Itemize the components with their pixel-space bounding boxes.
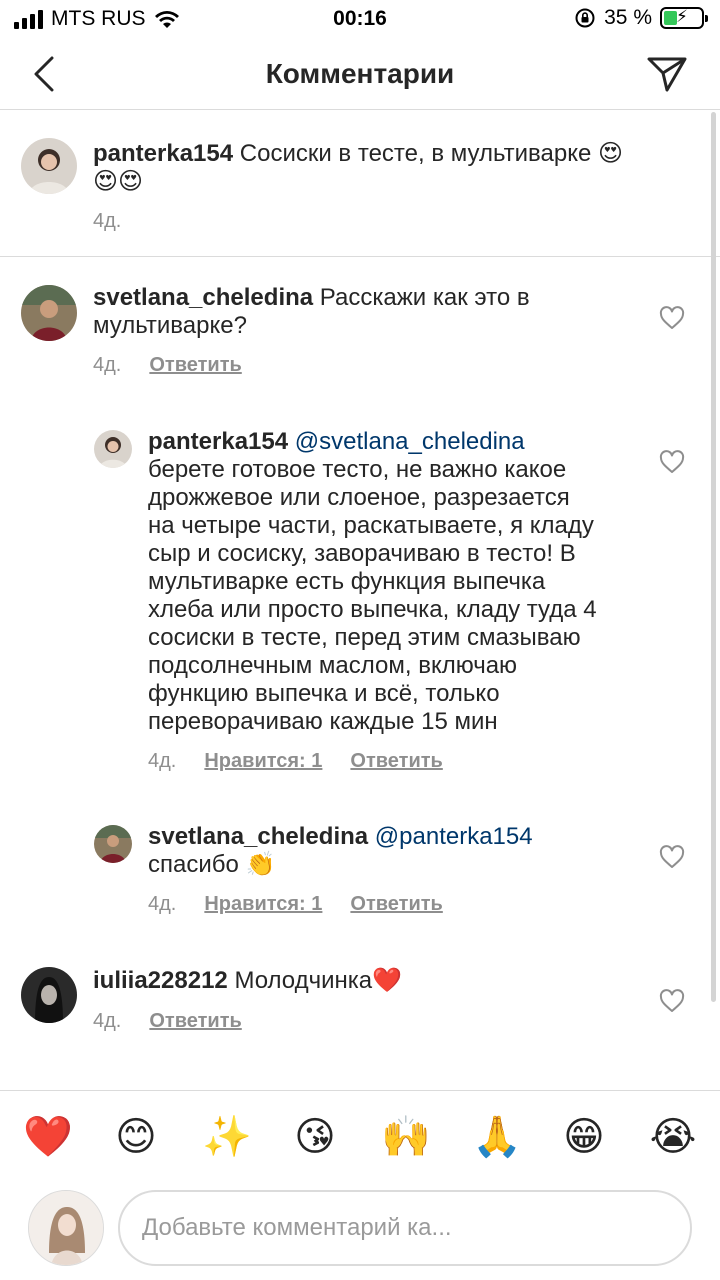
- likes-count-link[interactable]: Нравится: 1: [204, 750, 322, 773]
- emoji-grin-button[interactable]: 😁: [560, 1115, 608, 1159]
- post-caption: panterka154 Сосиски в тесте, в мультивар…: [0, 112, 720, 256]
- avatar[interactable]: [21, 138, 77, 194]
- reply-username[interactable]: svetlana_cheledina: [148, 823, 368, 850]
- scrollbar[interactable]: [711, 112, 716, 1002]
- comment-input[interactable]: [118, 1190, 692, 1266]
- comment-item: svetlana_cheledina Расскажи как это в му…: [0, 270, 720, 380]
- emoji-sparkles-button[interactable]: ✨: [202, 1115, 252, 1159]
- reply-line: дрожжевое или слоеное, разрезается: [148, 484, 570, 511]
- comment-meta: 4д. Ответить: [93, 1010, 242, 1033]
- battery-tip: [705, 15, 708, 22]
- reply-line: сосиски в тесте, перед этим смазываю: [148, 624, 581, 651]
- reply-button[interactable]: Ответить: [350, 750, 442, 773]
- reply-meta: 4д. Нравится: 1 Ответить: [148, 893, 443, 916]
- comment-username[interactable]: iuliia228212: [93, 967, 228, 994]
- comment-text: iuliia228212 Молодчинка❤️: [93, 967, 653, 995]
- reply-mention[interactable]: @svetlana_cheledina: [295, 428, 525, 455]
- reply-line: хлеба или просто выпечка, кладу туда 4: [148, 596, 597, 623]
- share-button[interactable]: [644, 52, 690, 96]
- like-heart-icon[interactable]: [659, 306, 685, 330]
- caption-meta: 4д.: [93, 210, 121, 233]
- charging-bolt-icon: ⚡: [676, 7, 688, 26]
- orientation-lock-icon: [575, 8, 595, 28]
- caption-time: 4д.: [93, 210, 122, 232]
- caption-divider: [0, 256, 720, 257]
- caption-text: panterka154 Сосиски в тесте, в мультивар…: [93, 140, 693, 196]
- paper-plane-icon: [647, 57, 687, 92]
- page-title: Комментарии: [265, 58, 455, 89]
- avatar[interactable]: [21, 967, 77, 1023]
- reply-item: panterka154 @svetlana_cheledina берете г…: [0, 420, 720, 780]
- emoji-smile-button[interactable]: 😊: [112, 1115, 160, 1159]
- comment-body: Расскажи как это в: [319, 284, 530, 311]
- reply-line: мультиварке есть функция выпечка: [148, 568, 546, 595]
- reply-username[interactable]: panterka154: [148, 428, 288, 455]
- avatar[interactable]: [94, 430, 132, 468]
- comment-time: 4д.: [93, 1010, 122, 1032]
- reply-line: сыр и сосиску, заворачиваю в тесто! В: [148, 540, 576, 567]
- reply-line: берете готовое тесто, не важно какое: [148, 456, 567, 483]
- like-heart-icon[interactable]: [659, 450, 685, 474]
- status-right: 35 % ⚡: [574, 6, 708, 30]
- comment-item: iuliia228212 Молодчинка❤️ 4д. Ответить: [0, 955, 720, 1045]
- likes-count-link[interactable]: Нравится: 1: [204, 893, 322, 916]
- reply-line: функцию выпечка и всё, только: [148, 680, 500, 707]
- comment-meta: 4д. Ответить: [93, 354, 242, 377]
- reply-time: 4д.: [148, 893, 177, 915]
- comment-body-2: мультиварке?: [93, 312, 247, 339]
- comment-time: 4д.: [93, 354, 122, 376]
- current-user-avatar: [28, 1190, 104, 1266]
- reply-line: подсолнечным маслом, включаю: [148, 652, 518, 679]
- reply-item: svetlana_cheledina @panterka154 спасибо …: [0, 815, 720, 925]
- reply-text: panterka154 @svetlana_cheledina берете г…: [148, 428, 648, 736]
- comment-username[interactable]: svetlana_cheledina: [93, 284, 313, 311]
- reply-body: спасибо 👏: [148, 851, 276, 878]
- caption-body: Сосиски в тесте, в мультиварке 😍: [239, 140, 623, 167]
- reply-time: 4д.: [148, 750, 177, 772]
- caption-body-2: 😍😍: [93, 168, 144, 195]
- emoji-heart-button[interactable]: ❤️: [23, 1115, 73, 1159]
- reply-button[interactable]: Ответить: [149, 354, 241, 377]
- reply-button[interactable]: Ответить: [350, 893, 442, 916]
- nav-header: Комментарии: [0, 40, 720, 110]
- emoji-quick-bar: ❤️ 😊 ✨ 😘 🙌 🙏 😁 😭: [0, 1090, 720, 1180]
- emoji-raised-hands-button[interactable]: 🙌: [381, 1115, 431, 1159]
- avatar[interactable]: [94, 825, 132, 863]
- emoji-cry-button[interactable]: 😭: [649, 1115, 697, 1159]
- status-bar: MTS RUS 00:16 35 % ⚡: [0, 0, 720, 40]
- reply-line: на четыре части, раскатываете, я кладу: [148, 512, 594, 539]
- caption-username[interactable]: panterka154: [93, 140, 233, 167]
- comment-text: svetlana_cheledina Расскажи как это в му…: [93, 284, 653, 340]
- reply-button[interactable]: Ответить: [149, 1010, 241, 1033]
- like-heart-icon[interactable]: [659, 989, 685, 1013]
- comment-body: Молодчинка❤️: [234, 967, 403, 994]
- avatar[interactable]: [21, 285, 77, 341]
- emoji-pray-button[interactable]: 🙏: [472, 1115, 522, 1159]
- emoji-kiss-button[interactable]: 😘: [291, 1115, 339, 1159]
- battery-icon: ⚡: [660, 7, 708, 29]
- reply-mention[interactable]: @panterka154: [375, 823, 533, 850]
- like-heart-icon[interactable]: [659, 845, 685, 869]
- reply-meta: 4д. Нравится: 1 Ответить: [148, 750, 443, 773]
- reply-line: переворачиваю каждые 15 мин: [148, 708, 498, 735]
- battery-percent: 35 %: [604, 6, 652, 29]
- reply-text: svetlana_cheledina @panterka154 спасибо …: [148, 823, 648, 879]
